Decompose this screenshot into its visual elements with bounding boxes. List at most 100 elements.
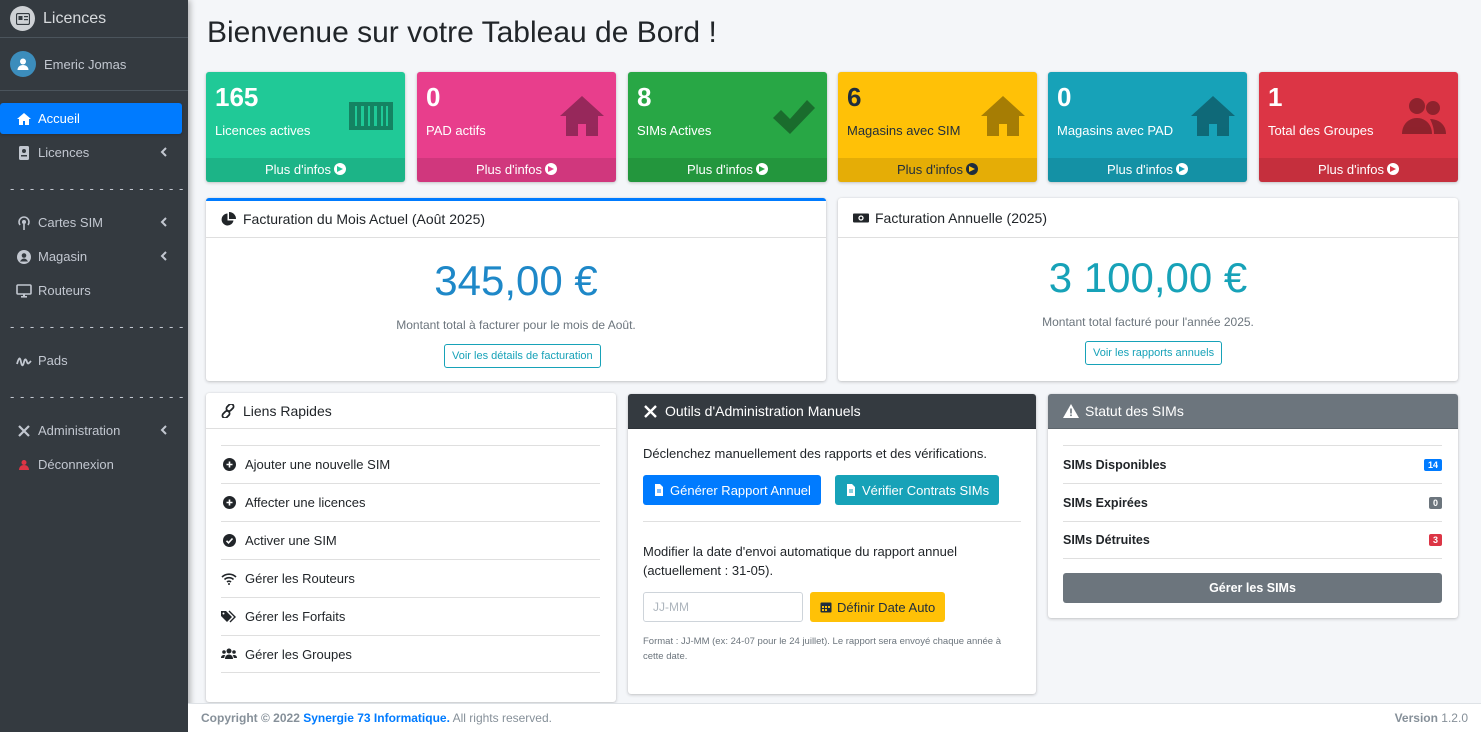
manage-sims-button[interactable]: Gérer les SIMs — [1063, 573, 1442, 603]
check-icon — [773, 100, 815, 134]
tags-icon — [221, 609, 237, 625]
billing-details-button[interactable]: Voir les détails de facturation — [444, 344, 601, 368]
card-title: Statut des SIMs — [1085, 403, 1184, 419]
sim-status-destroyed: SIMs Détruites 3 — [1063, 521, 1442, 559]
more-info-link[interactable]: Plus d'infos — [1048, 158, 1247, 182]
sidebar-item-accueil[interactable]: Accueil — [0, 103, 182, 134]
page-footer: Copyright © 2022 Synergie 73 Informatiqu… — [188, 703, 1481, 732]
quick-link-plans[interactable]: Gérer les Forfaits — [221, 597, 600, 635]
chevron-left-icon — [158, 146, 170, 158]
card-header: Facturation du Mois Actuel (Août 2025) — [206, 201, 826, 238]
sim-status-label: SIMs Expirées — [1063, 495, 1148, 510]
quick-links-card: Liens Rapides Ajouter une nouvelle SIM A… — [206, 393, 616, 702]
money-bill-icon — [853, 210, 869, 226]
arrow-circle-right-icon — [334, 163, 347, 175]
company-link[interactable]: Synergie 73 Informatique. — [303, 711, 450, 725]
set-auto-date-button[interactable]: Définir Date Auto — [810, 592, 946, 622]
card-title: Liens Rapides — [243, 402, 332, 419]
wifi-icon — [221, 571, 237, 587]
users-icon — [221, 646, 237, 662]
more-info-label: Plus d'infos — [896, 162, 964, 177]
quick-link-label: Gérer les Forfaits — [245, 609, 346, 624]
sidebar-item-administration[interactable]: Administration — [0, 415, 182, 446]
stat-box-pad: 0 PAD actifs Plus d'infos — [417, 72, 616, 182]
chevron-left-icon — [158, 250, 170, 262]
sidebar-item-magasin[interactable]: Magasin — [0, 241, 182, 272]
card-title: Facturation du Mois Actuel (Août 2025) — [243, 211, 486, 227]
users-icon — [1402, 98, 1446, 134]
format-note: Format : JJ-MM (ex: 24-07 pour le 24 jui… — [643, 636, 1002, 662]
sidebar-item-pads[interactable]: Pads — [0, 345, 182, 376]
sidebar-item-label: Cartes SIM — [38, 215, 104, 230]
more-info-link[interactable]: Plus d'infos — [628, 158, 827, 182]
stat-value: 0 — [1057, 82, 1072, 112]
verify-sim-contracts-button[interactable]: Vérifier Contrats SIMs — [834, 475, 1000, 505]
arrow-circle-right-icon — [966, 163, 979, 175]
nav-separator: - - - - - - - - - - - - - - - - - - - — [10, 319, 188, 334]
more-info-label: Plus d'infos — [264, 162, 332, 177]
more-info-label: Plus d'infos — [1106, 162, 1174, 177]
admin-tools-actions: Générer Rapport Annuel Vérifier Contrats… — [643, 475, 1021, 505]
count-badge: 14 — [1423, 458, 1442, 471]
sidebar-item-licences[interactable]: Licences — [0, 137, 182, 168]
sidebar-item-label: Déconnexion — [38, 457, 114, 472]
auto-date-text: Modifier la date d'envoi automatique du … — [643, 544, 957, 578]
sidebar-nav: Accueil Licences - - - - - - - - - - - -… — [0, 91, 188, 480]
house-icon — [560, 96, 604, 136]
card-header: Facturation Annuelle (2025) — [838, 198, 1458, 238]
more-info-link[interactable]: Plus d'infos — [417, 158, 616, 182]
quick-link-routers[interactable]: Gérer les Routeurs — [221, 559, 600, 597]
tools-icon — [643, 403, 659, 419]
version-label: Version — [1394, 711, 1438, 725]
sidebar-item-label: Licences — [38, 145, 90, 160]
more-info-link[interactable]: Plus d'infos — [838, 158, 1037, 182]
stat-value: 6 — [847, 82, 862, 112]
sidebar-item-routeurs[interactable]: Routeurs — [0, 275, 182, 306]
sidebar: Licences Emeric Jomas Accueil Licences -… — [0, 0, 188, 732]
avatar — [10, 51, 36, 77]
card-title: Facturation Annuelle (2025) — [875, 209, 1047, 226]
quick-links-list: Ajouter une nouvelle SIM Affecter une li… — [221, 445, 600, 673]
sidebar-item-label: Accueil — [38, 111, 80, 126]
rights-text: All rights reserved. — [452, 711, 552, 725]
house-icon — [981, 96, 1025, 136]
monthly-subtitle: Montant total à facturer pour le mois de… — [396, 318, 636, 332]
count-badge: 0 — [1428, 496, 1442, 509]
card-header: Outils d'Administration Manuels — [628, 394, 1036, 429]
sidebar-item-deconnexion[interactable]: Déconnexion — [0, 449, 182, 480]
arrow-circle-right-icon — [1176, 163, 1189, 175]
stat-value: 165 — [215, 82, 259, 112]
generate-annual-report-button[interactable]: Générer Rapport Annuel — [643, 475, 821, 505]
annual-billing-card: Facturation Annuelle (2025) 3 100,00 € M… — [838, 198, 1458, 381]
quick-link-assign-licence[interactable]: Affecter une licences — [221, 483, 600, 521]
tools-icon — [16, 423, 32, 439]
sim-status-expired: SIMs Expirées 0 — [1063, 483, 1442, 521]
warning-icon — [1063, 403, 1079, 419]
monthly-amount: 345,00 € — [434, 257, 598, 304]
stat-box-licences: 165 Licences actives Plus d'infos — [206, 72, 405, 182]
more-info-link[interactable]: Plus d'infos — [206, 158, 405, 182]
nav-separator: - - - - - - - - - - - - - - - - - - - — [10, 181, 188, 196]
id-badge-icon — [16, 145, 32, 161]
quick-link-label: Gérer les Routeurs — [245, 571, 355, 586]
card-header: Liens Rapides — [206, 393, 616, 429]
quick-link-groups[interactable]: Gérer les Groupes — [221, 635, 600, 673]
auto-date-input[interactable] — [643, 592, 803, 622]
sidebar-item-cartes-sim[interactable]: Cartes SIM — [0, 207, 182, 238]
quick-link-activate-sim[interactable]: Activer une SIM — [221, 521, 600, 559]
annual-reports-button[interactable]: Voir les rapports annuels — [1085, 341, 1223, 365]
more-info-label: Plus d'infos — [686, 162, 754, 177]
quick-link-add-sim[interactable]: Ajouter une nouvelle SIM — [221, 445, 600, 483]
logout-icon — [16, 457, 32, 473]
brand-link[interactable]: Licences — [0, 0, 188, 38]
more-info-link[interactable]: Plus d'infos — [1259, 158, 1458, 182]
user-panel[interactable]: Emeric Jomas — [0, 38, 188, 91]
arrow-circle-right-icon — [545, 163, 558, 175]
chevron-left-icon — [158, 424, 170, 436]
stat-value: 1 — [1268, 82, 1283, 112]
barcode-icon — [349, 102, 393, 130]
quick-link-label: Activer une SIM — [245, 533, 337, 548]
stat-box-sims: 8 SIMs Actives Plus d'infos — [628, 72, 827, 182]
sim-status-label: SIMs Disponibles — [1063, 457, 1167, 472]
sidebar-item-label: Magasin — [38, 249, 88, 264]
